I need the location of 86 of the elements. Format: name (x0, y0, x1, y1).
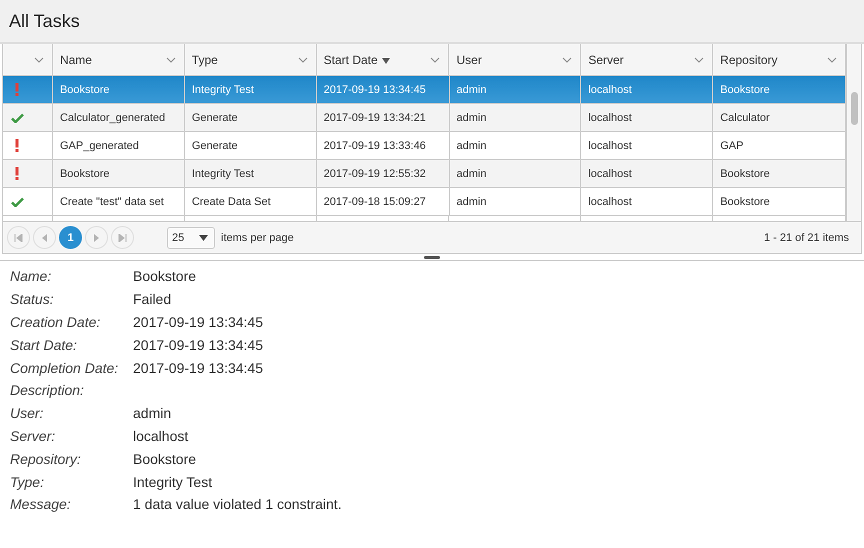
table-cell: 2017-09-19 13:33:46 (324, 140, 426, 152)
skip-arrow-icon (118, 234, 127, 242)
column-header[interactable]: Start Date (316, 44, 450, 75)
splitter-handle[interactable] (424, 256, 440, 258)
table-cell: localhost (588, 140, 632, 152)
table-cell: Calculator_generated (60, 112, 166, 124)
table-cell: Bookstore (60, 84, 110, 96)
field-value: 2017-09-19 13:34:45 (133, 314, 263, 330)
column-header[interactable]: Type (184, 44, 317, 75)
exclamation-icon (15, 167, 20, 180)
chevron-down-icon[interactable] (166, 56, 176, 62)
exclamation-icon (15, 83, 20, 96)
table-cell: 2017-09-19 12:55:32 (324, 168, 426, 180)
table-cell: admin (456, 168, 486, 180)
table-row[interactable]: Create "test" data set Create Data Set 2017-09-18 15:09:27 admin localhost Bookstore (3, 188, 846, 216)
field-value: 2017-09-19 13:34:45 (133, 360, 263, 376)
chevron-down-icon[interactable] (694, 56, 704, 62)
table-cell: localhost (588, 84, 632, 96)
column-header[interactable]: Name (52, 44, 185, 75)
checkmark-icon (10, 196, 24, 206)
page-button[interactable]: 1 (59, 226, 82, 249)
scrollbar-thumb[interactable] (850, 92, 858, 125)
page-title: All Tasks (9, 10, 80, 32)
table-cell: admin (456, 84, 486, 96)
field-value: 2017-09-19 13:34:45 (133, 336, 263, 353)
field-label: User: (10, 405, 44, 422)
table-cell: Bookstore (60, 168, 110, 180)
field-label: Creation Date: (10, 314, 102, 330)
field-value: Failed (133, 291, 172, 308)
chevron-down-icon[interactable] (298, 56, 308, 62)
field-label: Server: (10, 428, 56, 444)
field-value: Bookstore (133, 268, 196, 284)
exclamation-icon (15, 139, 20, 152)
table-row[interactable]: Bookstore Integrity Test 2017-09-19 12:55:32 admin localhost Bookstore (3, 160, 846, 188)
table-cell: admin (456, 112, 486, 124)
field-value: admin (133, 405, 172, 422)
table-cell: Create Data Set (192, 196, 271, 208)
table-cell: Integrity Test (192, 168, 254, 180)
field-label: Type: (10, 474, 45, 490)
field-label: Status: (10, 291, 55, 308)
field-label: Message: (10, 496, 72, 512)
table-cell: localhost (588, 168, 632, 180)
table-cell: Generate (192, 140, 238, 152)
chevron-down-icon[interactable] (430, 56, 440, 62)
field-label: Description: (10, 382, 85, 398)
skip-arrow-icon (14, 234, 23, 242)
table-cell: Bookstore (720, 196, 770, 208)
chevron-down-icon[interactable] (562, 56, 572, 62)
field-value: 1 data value violated 1 constraint. (133, 496, 342, 512)
table-cell: Integrity Test (192, 84, 254, 96)
table-row[interactable]: GAP_generated Generate 2017-09-19 13:33:46 admin localhost GAP (3, 132, 846, 160)
table-cell: admin (456, 196, 486, 208)
page-size-label: items per page (221, 232, 294, 244)
column-header[interactable]: User (449, 44, 582, 75)
chevron-down-icon[interactable] (827, 56, 838, 62)
field-value: Bookstore (133, 450, 196, 467)
page-size-dropdown[interactable]: 25 (167, 226, 215, 248)
chevron-down-icon[interactable] (34, 56, 44, 62)
table-row[interactable]: Calculator_generated Generate 2017-09-19 13:34:21 admin localhost Calculator (3, 104, 846, 132)
triangle-arrow-icon (92, 234, 101, 242)
field-value: Integrity Test (133, 474, 212, 490)
triangle-arrow-icon (40, 234, 49, 242)
column-header[interactable]: Server (581, 44, 714, 75)
table-cell: admin (456, 140, 486, 152)
field-label: Name: (10, 268, 52, 284)
items-summary: 1 - 21 of 21 items (764, 232, 849, 244)
field-label: Repository: (10, 450, 82, 467)
field-label: Completion Date: (10, 360, 120, 376)
table-cell: 2017-09-18 15:09:27 (324, 196, 426, 208)
scrollbar[interactable] (846, 44, 861, 221)
table-cell: 2017-09-19 13:34:21 (324, 112, 426, 124)
table-cell: GAP (720, 140, 744, 152)
field-label: Start Date: (10, 336, 78, 353)
table-cell: Generate (192, 112, 238, 124)
table-cell: GAP_generated (60, 140, 139, 152)
table-cell: localhost (588, 112, 632, 124)
field-value: localhost (133, 428, 188, 444)
table-cell: Create "test" data set (60, 196, 164, 208)
table-cell: Calculator (720, 112, 770, 124)
table-cell: localhost (588, 196, 632, 208)
table-cell: Bookstore (720, 84, 770, 96)
table-cell: 2017-09-19 13:34:45 (324, 84, 426, 96)
table-cell: Bookstore (720, 168, 770, 180)
caret-icon (199, 234, 208, 240)
table-row[interactable]: Bookstore Integrity Test 2017-09-19 13:34:45 admin localhost Bookstore (3, 76, 846, 104)
checkmark-icon (10, 112, 24, 122)
